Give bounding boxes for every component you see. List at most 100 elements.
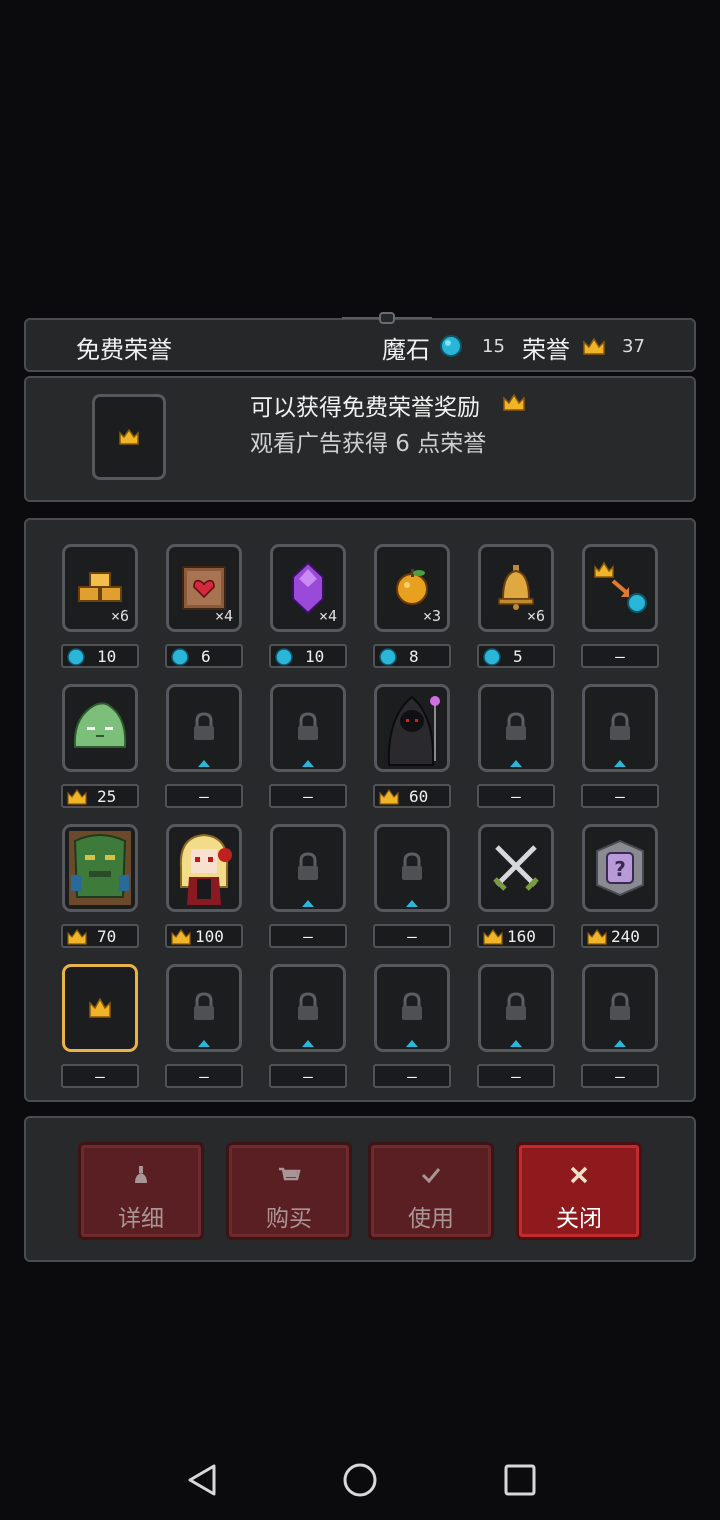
price-tag: —	[477, 1064, 555, 1088]
price-tag: —	[269, 1064, 347, 1088]
shop-slot-locked[interactable]	[374, 964, 450, 1052]
price-tag: —	[477, 784, 555, 808]
shop-slot-locked[interactable]	[166, 964, 242, 1052]
crown-icon	[503, 393, 525, 411]
price-tag: 70	[61, 924, 139, 948]
shop-slot-crossed-swords[interactable]	[478, 824, 554, 912]
buy-button[interactable]: 购买	[226, 1142, 352, 1240]
shop-slot-locked[interactable]	[270, 964, 346, 1052]
shop-slot-crown-selected[interactable]	[62, 964, 138, 1052]
shop-slot-locked[interactable]	[478, 964, 554, 1052]
price-tag: —	[581, 644, 659, 668]
magic-stone-label: 魔石	[382, 336, 430, 364]
magic-stone-icon	[483, 648, 501, 666]
magic-stone-icon	[275, 648, 293, 666]
lock-icon	[194, 712, 214, 767]
shop-slot-mystery-box[interactable]: ?	[582, 824, 658, 912]
header-bar: 免费荣誉 魔石 15 荣誉 37	[24, 312, 696, 372]
reward-info-title: 可以获得免费荣誉奖励	[250, 395, 480, 421]
lock-icon	[610, 992, 630, 1047]
honor-label: 荣誉	[522, 336, 570, 364]
magic-stone-icon	[67, 648, 85, 666]
home-icon[interactable]	[342, 1462, 378, 1498]
flask-icon	[135, 1166, 147, 1183]
page-title: 免费荣誉	[76, 336, 172, 364]
crossed-swords-icon	[493, 845, 539, 891]
lock-icon	[506, 992, 526, 1047]
action-button-bar: 详细 购买 使用 关闭	[24, 1116, 696, 1262]
magic-stone-icon	[171, 648, 189, 666]
shop-slot-locked[interactable]	[374, 824, 450, 912]
back-icon[interactable]	[184, 1462, 220, 1498]
price-tag: —	[373, 1064, 451, 1088]
shop-slot-locked[interactable]	[582, 684, 658, 772]
mystery-box-icon: ?	[596, 839, 644, 897]
shop-slot-tree-golem[interactable]	[62, 824, 138, 912]
shop-slot-bell[interactable]: ×6	[478, 544, 554, 632]
crown-icon	[379, 788, 399, 805]
price-tag: —	[581, 1064, 659, 1088]
blonde-vampire-girl-icon	[179, 833, 232, 905]
shop-slot-locked[interactable]	[166, 684, 242, 772]
svg-text:?: ?	[614, 857, 626, 881]
price-tag: —	[269, 924, 347, 948]
crown-icon	[587, 928, 607, 945]
honor-value: 37	[622, 336, 645, 357]
item-quantity: ×6	[526, 607, 545, 625]
item-quantity: ×4	[318, 607, 337, 625]
magic-stone-icon	[440, 335, 462, 357]
reward-info-panel: 可以获得免费荣誉奖励 观看广告获得 6 点荣誉	[24, 376, 696, 502]
item-quantity: ×3	[422, 607, 441, 625]
green-slime-icon	[73, 702, 127, 748]
recent-apps-icon[interactable]	[502, 1462, 538, 1498]
crown-icon	[67, 928, 87, 945]
lock-icon	[298, 852, 318, 907]
crown-icon	[583, 337, 605, 355]
hooded-reaper-icon	[387, 695, 440, 766]
price-tag: 8	[373, 644, 451, 668]
close-icon	[570, 1166, 588, 1184]
shop-slot-locked[interactable]	[478, 684, 554, 772]
price-tag: —	[165, 1064, 243, 1088]
price-tag: —	[373, 924, 451, 948]
lock-icon	[402, 852, 422, 907]
header-ornament	[342, 312, 432, 324]
shop-slot-purple-gem[interactable]: ×4	[270, 544, 346, 632]
price-tag: 10	[269, 644, 347, 668]
shop-slot-golden-apple[interactable]: ×3	[374, 544, 450, 632]
lock-icon	[298, 712, 318, 767]
shop-slot-green-slime[interactable]	[62, 684, 138, 772]
shop-slot-locked[interactable]	[582, 964, 658, 1052]
shop-slot-hooded-reaper[interactable]	[374, 684, 450, 772]
tree-golem-icon	[69, 831, 131, 905]
use-button[interactable]: 使用	[368, 1142, 494, 1240]
price-tag: 10	[61, 644, 139, 668]
shop-slot-blonde-vampire-girl[interactable]	[166, 824, 242, 912]
price-tag: 5	[477, 644, 555, 668]
shop-slot-crown-exchange[interactable]	[582, 544, 658, 632]
shop-slot-locked[interactable]	[270, 684, 346, 772]
price-tag: —	[61, 1064, 139, 1088]
item-quantity: ×6	[110, 607, 129, 625]
lock-icon	[402, 992, 422, 1047]
crown-icon	[171, 928, 191, 945]
price-tag: 100	[165, 924, 243, 948]
shop-slot-heart-scroll[interactable]: ×4	[166, 544, 242, 632]
price-tag: 6	[165, 644, 243, 668]
price-tag: 25	[61, 784, 139, 808]
reward-info-subtitle: 观看广告获得 6 点荣誉	[250, 431, 487, 457]
checkmark-icon	[421, 1168, 441, 1184]
shop-grid-panel: ×6 ×4 ×4 ×3 ×6 10 6 10 8 5 — 25 — — 60 —…	[24, 518, 696, 1102]
lock-icon	[610, 712, 630, 767]
crown-icon	[119, 428, 139, 445]
details-button[interactable]: 详细	[78, 1142, 204, 1240]
cart-icon	[279, 1167, 301, 1181]
lock-icon	[194, 992, 214, 1047]
price-tag: 60	[373, 784, 451, 808]
shop-slot-locked[interactable]	[270, 824, 346, 912]
price-tag: —	[165, 784, 243, 808]
crown-icon	[67, 788, 87, 805]
price-tag: 240	[581, 924, 659, 948]
close-button[interactable]: 关闭	[516, 1142, 642, 1240]
shop-slot-gold-bars[interactable]: ×6	[62, 544, 138, 632]
